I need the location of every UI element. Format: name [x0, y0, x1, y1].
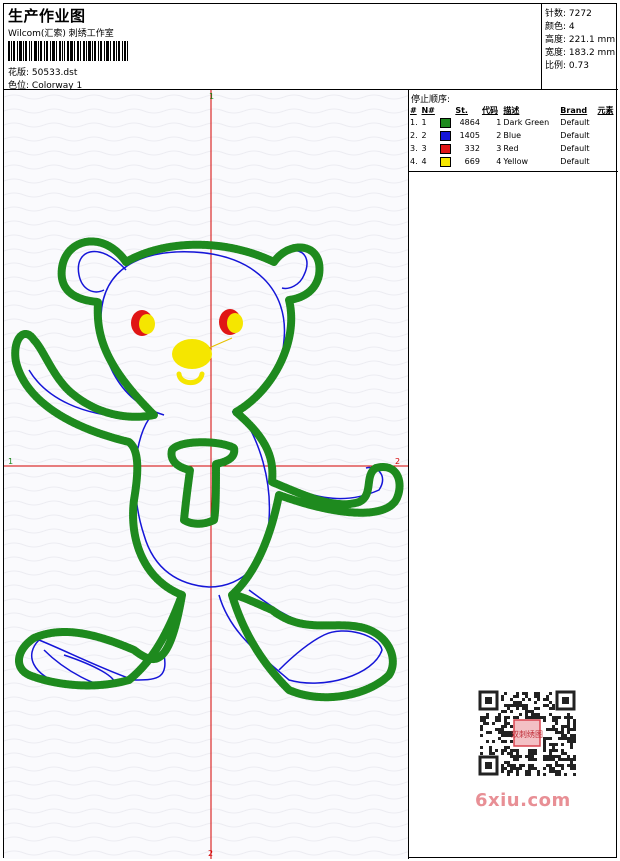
- row-description: Red: [503, 144, 519, 153]
- col-description: 描述: [503, 105, 520, 115]
- sheet-frame: 生产作业图 Wilcom(汇索) 刺绣工作室 花版: 50533.dst 色位:…: [3, 3, 618, 859]
- row-number: 3: [421, 144, 427, 153]
- table-row: 4. 4 669 4 Yellow Default: [409, 155, 618, 168]
- stop-sequence-panel: 停止顺序: # N# St. 代码 描述 Brand 元素 1. 1 4864 …: [409, 90, 618, 172]
- design-file-row: 花版: 50533.dst: [8, 65, 77, 78]
- row-swatch: [439, 155, 454, 168]
- row-index: 2.: [410, 131, 418, 140]
- row-element: [597, 129, 619, 142]
- axis-label-right: 2: [395, 457, 400, 466]
- axis-label-left: 1: [8, 457, 13, 466]
- left-eye-yellow: [139, 314, 155, 334]
- height-row: 高度: 221.1 mm: [545, 32, 615, 45]
- width-value: 183.2 mm: [568, 48, 616, 58]
- stitches-label: 针数:: [545, 9, 567, 19]
- ratio-row: 比例: 0.73: [545, 58, 589, 71]
- row-description: Blue: [503, 131, 522, 140]
- col-stitches: St.: [455, 105, 468, 115]
- row-stitches: 669: [464, 157, 480, 166]
- nose: [172, 339, 212, 369]
- table-row: 1. 1 4864 1 Dark Green Default: [409, 116, 618, 129]
- col-number: N#: [421, 105, 435, 115]
- row-stitches: 1405: [459, 131, 480, 140]
- ratio-value: 0.73: [568, 61, 589, 71]
- company-name: Wilcom(汇索) 刺绣工作室: [8, 29, 114, 39]
- col-element: 元素: [597, 105, 614, 115]
- row-code: 2: [496, 131, 502, 140]
- side-panel: 停止顺序: # N# St. 代码 描述 Brand 元素 1. 1 4864 …: [409, 90, 618, 859]
- stop-sequence-table: # N# St. 代码 描述 Brand 元素 1. 1 4864 1 Dark Gre…: [409, 104, 618, 168]
- row-code: 1: [496, 118, 502, 127]
- design-label: 花版:: [8, 68, 30, 78]
- axis-label-top: 1: [209, 92, 214, 101]
- design-value: 50533.dst: [31, 68, 78, 78]
- production-sheet: 生产作业图 Wilcom(汇索) 刺绣工作室 花版: 50533.dst 色位:…: [0, 0, 620, 861]
- row-number: 4: [421, 157, 427, 166]
- ratio-label: 比例:: [545, 61, 567, 71]
- row-index: 4.: [410, 157, 418, 166]
- row-brand: Default: [560, 131, 590, 140]
- row-code: 4: [496, 157, 502, 166]
- table-row: 2. 2 1405 2 Blue Default: [409, 129, 618, 142]
- stitches-value: 7272: [568, 9, 592, 19]
- height-value: 221.1 mm: [568, 35, 616, 45]
- col-index: #: [410, 105, 417, 115]
- embroidery-preview: 1 1 2 2: [4, 90, 408, 859]
- row-swatch: [439, 142, 454, 155]
- row-stitches: 332: [464, 144, 480, 153]
- design-info-panel: 针数: 7272 颜色: 4 高度: 221.1 mm 宽度: 183.2 mm…: [542, 4, 618, 90]
- table-row: 3. 3 332 3 Red Default: [409, 142, 618, 155]
- row-description: Yellow: [503, 157, 529, 166]
- col-swatch: [439, 104, 454, 116]
- right-eye-yellow: [227, 313, 243, 333]
- height-label: 高度:: [545, 35, 567, 45]
- col-brand: Brand: [560, 105, 588, 115]
- header-panel: 生产作业图 Wilcom(汇索) 刺绣工作室 花版: 50533.dst 色位:…: [4, 4, 542, 91]
- color-swatch: [439, 117, 451, 128]
- row-swatch: [439, 129, 454, 142]
- color-swatch: [439, 143, 451, 154]
- barcode: [8, 41, 128, 61]
- axis-label-bottom: 2: [208, 849, 213, 858]
- watermark-text: 6xiu.com: [475, 790, 571, 811]
- width-label: 宽度:: [545, 48, 567, 58]
- row-description: Dark Green: [503, 118, 550, 127]
- design-canvas: 1 1 2 2: [4, 90, 409, 859]
- colors-row: 颜色: 4: [545, 19, 575, 32]
- col-code: 代码: [481, 105, 498, 115]
- row-index: 1.: [410, 118, 418, 127]
- row-code: 3: [496, 144, 502, 153]
- stitches-row: 针数: 7272: [545, 6, 592, 19]
- stop-sequence-rows: 1. 1 4864 1 Dark Green Default 2. 2 1405 2 Blue Def…: [409, 116, 618, 168]
- color-swatch: [439, 130, 451, 141]
- seal-text: 双刺绣图: [511, 729, 543, 739]
- row-swatch: [439, 116, 454, 129]
- row-brand: Default: [560, 144, 590, 153]
- width-row: 宽度: 183.2 mm: [545, 45, 615, 58]
- row-element: [597, 142, 619, 155]
- table-header-row: # N# St. 代码 描述 Brand 元素: [409, 104, 618, 116]
- row-number: 2: [421, 131, 427, 140]
- row-element: [597, 155, 619, 168]
- colors-value: 4: [568, 22, 575, 32]
- colors-label: 颜色:: [545, 22, 567, 32]
- row-element: [597, 116, 619, 129]
- sheet-title: 生产作业图: [8, 7, 86, 25]
- row-brand: Default: [560, 118, 590, 127]
- row-index: 3.: [410, 144, 418, 153]
- row-number: 1: [421, 118, 427, 127]
- row-brand: Default: [560, 157, 590, 166]
- qr-code: 双刺绣图: [476, 688, 578, 778]
- color-swatch: [439, 156, 451, 167]
- fabric-texture: [4, 90, 408, 859]
- row-stitches: 4864: [459, 118, 480, 127]
